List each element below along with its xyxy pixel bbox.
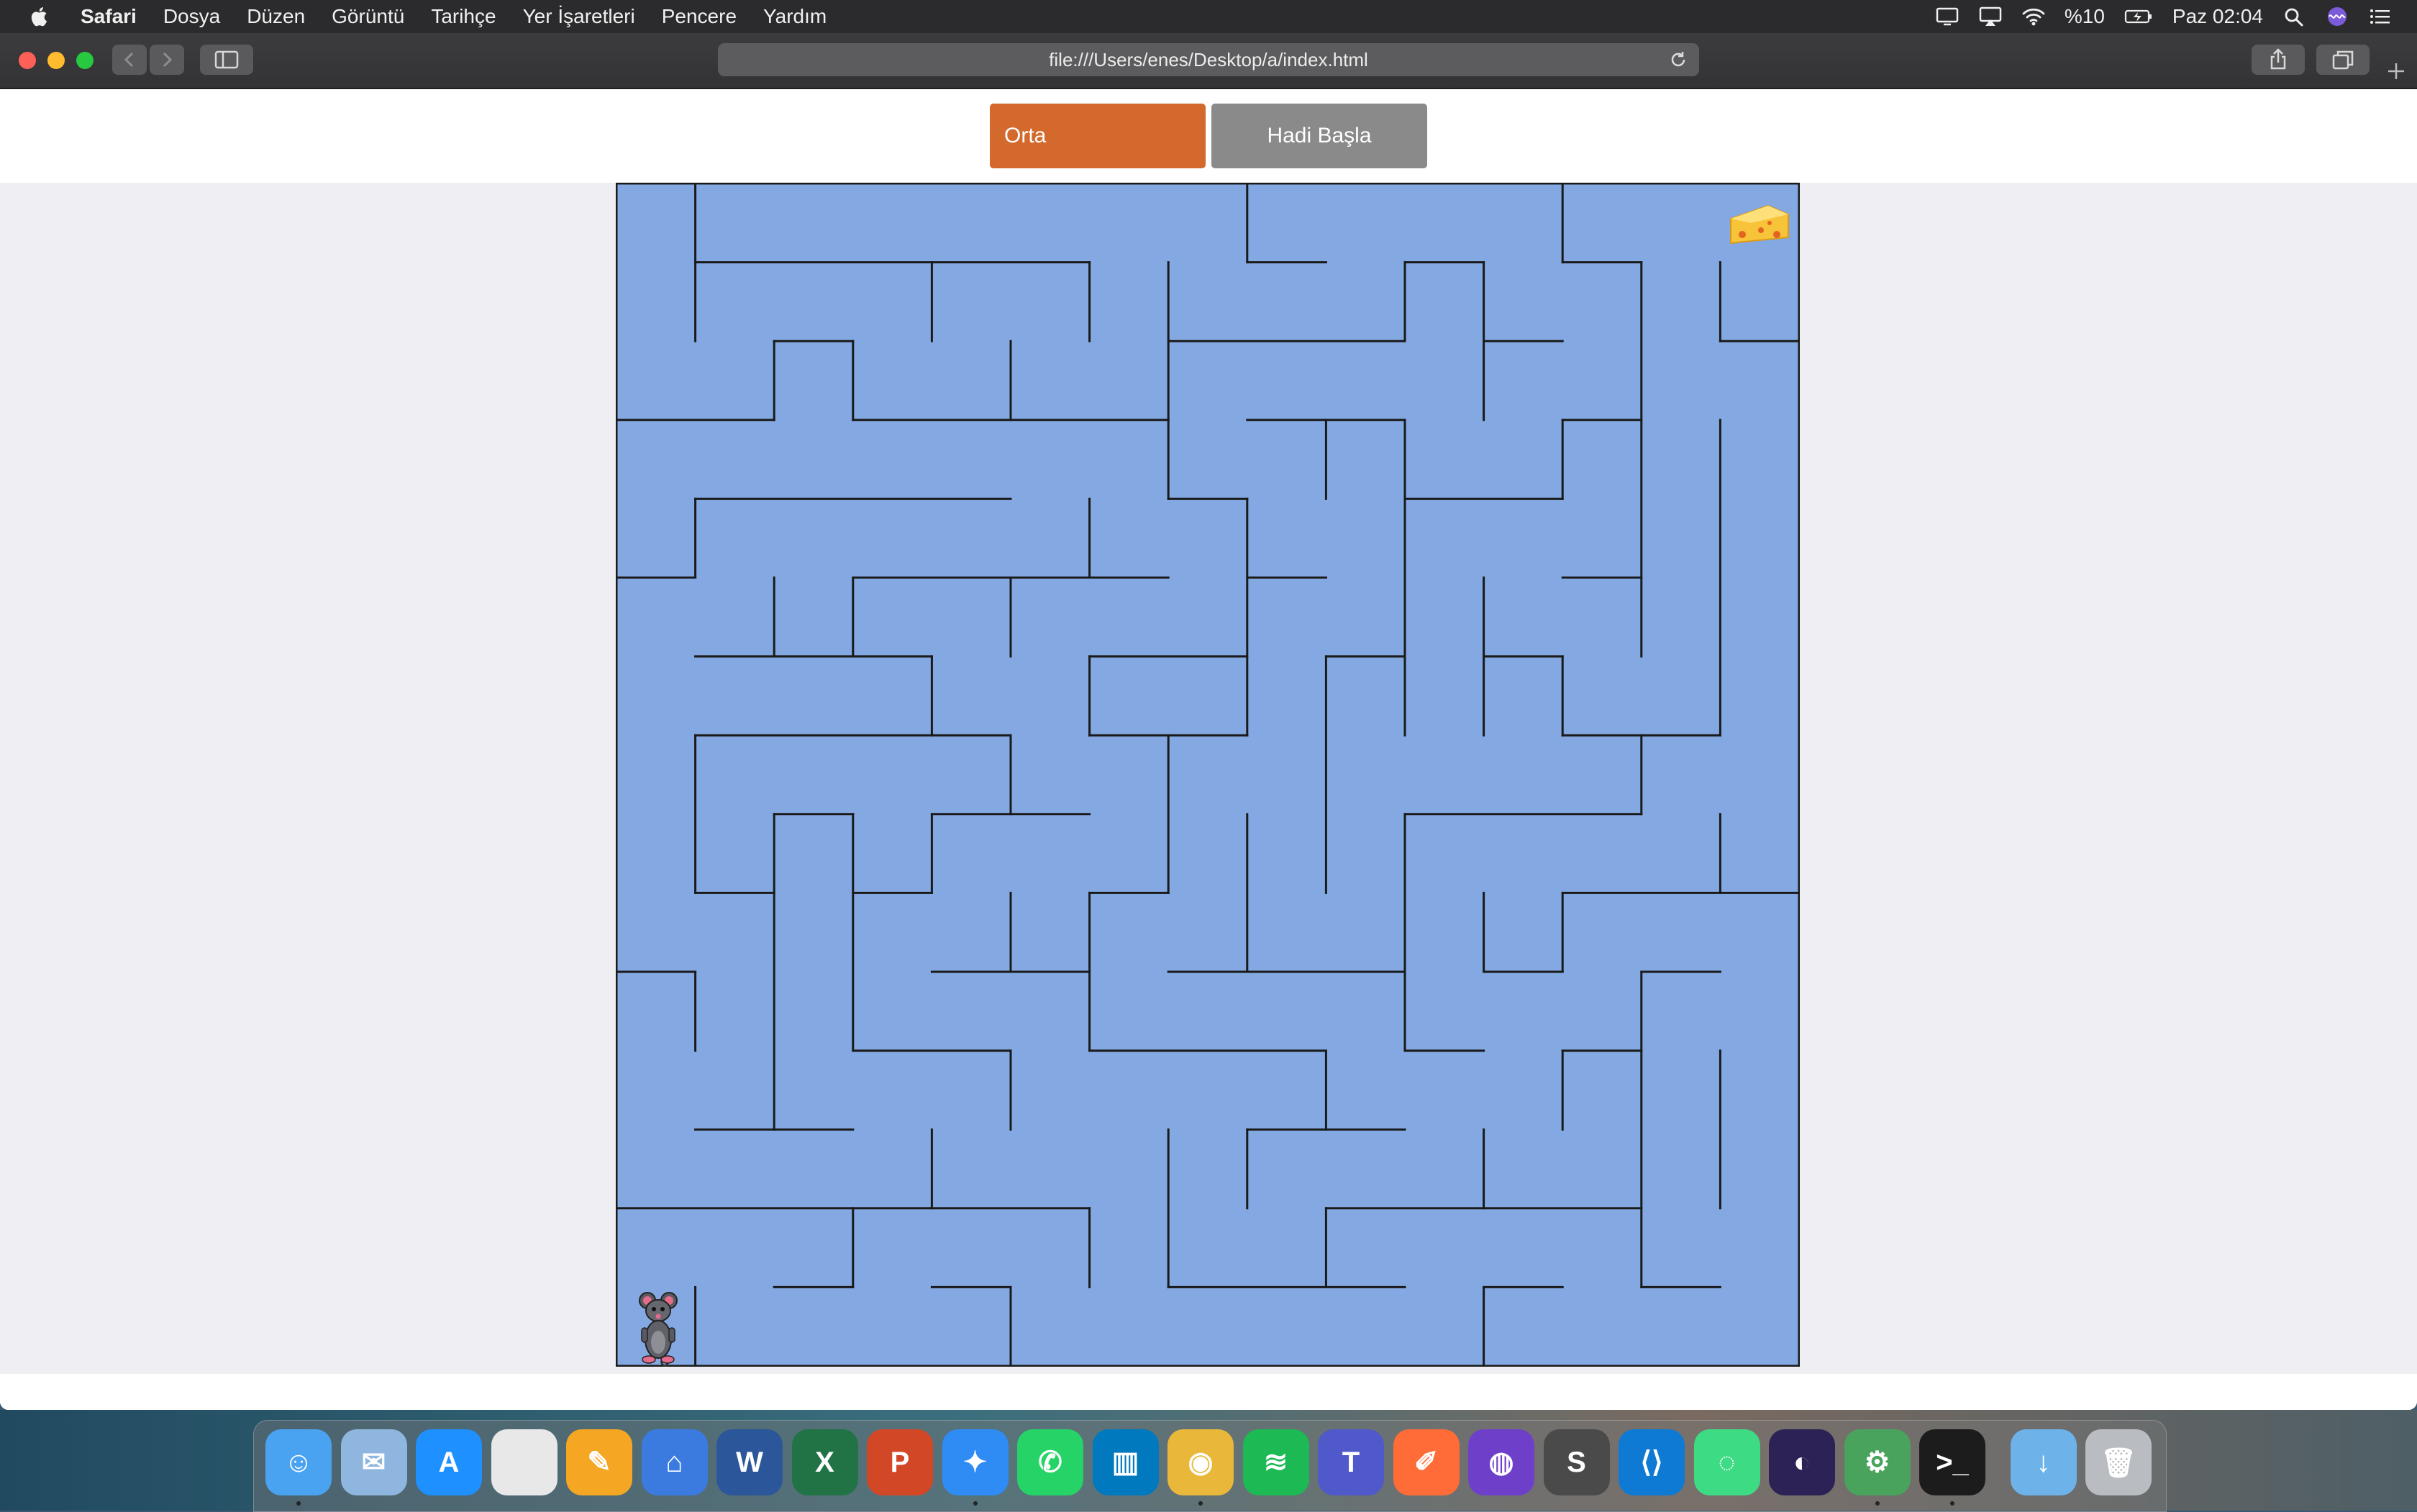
level-select[interactable]: Orta — [990, 104, 1206, 168]
pages-icon[interactable]: ✎ — [566, 1429, 632, 1495]
chrome-icon[interactable]: ◉ — [1167, 1429, 1234, 1495]
postman-icon[interactable]: ✐ — [1393, 1429, 1460, 1495]
mail-icon[interactable]: ✉ — [340, 1429, 407, 1495]
battery-icon[interactable] — [2124, 6, 2154, 27]
menu-file[interactable]: Dosya — [163, 5, 220, 28]
running-indicator — [1875, 1501, 1880, 1506]
menu-history[interactable]: Tarihçe — [431, 5, 496, 28]
whatsapp-icon[interactable]: ✆ — [1017, 1429, 1083, 1495]
apple-icon[interactable] — [27, 5, 49, 28]
show-tabs-button[interactable] — [2316, 45, 2370, 75]
close-window-button[interactable] — [19, 52, 36, 69]
share-icon — [2270, 48, 2286, 70]
url-text: file:///Users/enes/Desktop/a/index.html — [1049, 48, 1368, 70]
page-footer-space — [0, 1374, 2417, 1410]
running-indicator — [973, 1501, 978, 1506]
sidebar-toggle-button[interactable] — [200, 45, 253, 75]
zoom-window-button[interactable] — [76, 52, 94, 69]
android-studio-2-icon[interactable]: ⚙ — [1844, 1429, 1911, 1495]
maze-board[interactable] — [616, 183, 1800, 1367]
siri-icon[interactable] — [2325, 6, 2349, 27]
downloads-icon[interactable]: ↓ — [2010, 1429, 2077, 1495]
maze-floor — [616, 183, 1800, 1367]
running-indicator — [1950, 1501, 1954, 1506]
menu-view[interactable]: Görüntü — [332, 5, 404, 28]
web-page: Orta Hadi Başla — [0, 89, 2417, 1410]
wifi-icon[interactable] — [2021, 6, 2046, 27]
menu-window[interactable]: Pencere — [662, 5, 737, 28]
menu-help[interactable]: Yardım — [763, 5, 827, 28]
keynote-icon[interactable]: ⌂ — [641, 1429, 708, 1495]
powerpoint-icon[interactable]: P — [867, 1429, 933, 1495]
share-button[interactable] — [2252, 45, 2305, 75]
menu-bar: Safari Dosya Düzen Görüntü Tarihçe Yer İ… — [0, 0, 2417, 33]
game-controls: Orta Hadi Başla — [0, 89, 2417, 183]
eclipse-icon[interactable]: ◐ — [1769, 1429, 1835, 1495]
spotlight-search-icon[interactable] — [2282, 6, 2306, 27]
reload-icon[interactable] — [1667, 49, 1689, 70]
chevron-left-icon — [124, 52, 134, 68]
spotify-icon[interactable]: ≋ — [1242, 1429, 1309, 1495]
chevron-right-icon — [163, 52, 173, 68]
menu-bookmarks[interactable]: Yer İşaretleri — [523, 5, 635, 28]
trello-icon[interactable]: ▥ — [1092, 1429, 1159, 1495]
vscode-icon[interactable]: ⟨⟩ — [1619, 1429, 1685, 1495]
github-icon[interactable]: ◍ — [1468, 1429, 1534, 1495]
notification-center-icon[interactable] — [2368, 6, 2393, 27]
dock: ☺ ✉ A ✎ ⌂ W X P ✦ ✆ ▥ ◉ ≋ T ✐ ◍ S ⟨⟩ ◌ ◐ ⚙ >_ ↓ 🗑 — [253, 1420, 2167, 1512]
android-studio-1-icon[interactable]: ◌ — [1693, 1429, 1760, 1495]
app-store-icon[interactable]: A — [416, 1429, 482, 1495]
trash-icon[interactable]: 🗑 — [2085, 1429, 2152, 1495]
numbers-icon[interactable] — [491, 1429, 557, 1495]
display-icon[interactable] — [1935, 6, 1959, 27]
address-bar[interactable]: file:///Users/enes/Desktop/a/index.html — [718, 43, 1699, 76]
airplay-icon[interactable] — [1978, 6, 2003, 27]
running-indicator — [296, 1501, 301, 1506]
menu-app-name[interactable]: Safari — [81, 5, 137, 28]
finder-icon[interactable]: ☺ — [265, 1429, 332, 1495]
teams-icon[interactable]: T — [1318, 1429, 1384, 1495]
game-area — [0, 183, 2417, 1374]
start-button[interactable]: Hadi Başla — [1211, 104, 1427, 168]
clock[interactable]: Paz 02:04 — [2172, 5, 2263, 28]
running-indicator — [1198, 1501, 1203, 1506]
sidebar-icon — [214, 50, 239, 69]
safari-icon[interactable]: ✦ — [942, 1429, 1009, 1495]
browser-window: file:///Users/enes/Desktop/a/index.html … — [0, 33, 2417, 1410]
excel-icon[interactable]: X — [791, 1429, 858, 1495]
sublime-icon[interactable]: S — [1543, 1429, 1610, 1495]
battery-percent: %10 — [2064, 5, 2105, 27]
browser-toolbar: file:///Users/enes/Desktop/a/index.html — [0, 33, 2417, 89]
new-tab-plus-icon[interactable] — [2385, 60, 2407, 82]
terminal-icon[interactable]: >_ — [1919, 1429, 1985, 1495]
tabs-icon — [2332, 50, 2354, 70]
forward-button[interactable] — [150, 45, 184, 75]
back-button[interactable] — [112, 45, 147, 75]
status-area: %10 Paz 02:04 — [1935, 0, 2393, 33]
word-icon[interactable]: W — [716, 1429, 783, 1495]
menu-edit[interactable]: Düzen — [247, 5, 305, 28]
minimize-window-button[interactable] — [47, 52, 65, 69]
